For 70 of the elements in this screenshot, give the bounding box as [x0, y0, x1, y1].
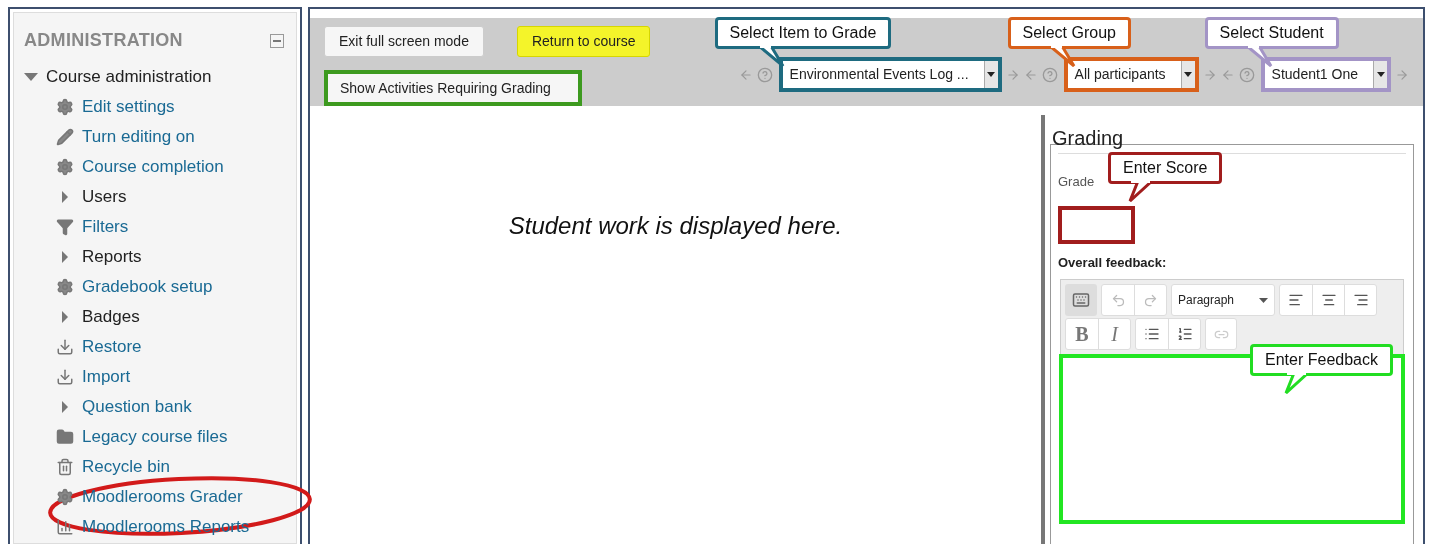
next-arrow-icon[interactable] — [1202, 67, 1217, 82]
help-icon[interactable] — [756, 66, 773, 83]
caret-right-icon — [62, 401, 68, 413]
gear-icon — [56, 278, 74, 296]
sidebar-link[interactable]: Filters — [82, 214, 129, 240]
caret-right-icon — [62, 311, 68, 323]
return-button[interactable]: Return to course — [516, 26, 651, 57]
feedback-label: Overall feedback: — [1058, 254, 1167, 270]
help-icon[interactable] — [1238, 66, 1255, 83]
format-dropdown[interactable]: Paragraph — [1171, 284, 1275, 316]
help-icon[interactable] — [1041, 66, 1058, 83]
select-dropdown[interactable]: Environmental Events Log ... — [778, 57, 1002, 92]
block-title: ADMINISTRATION — [24, 29, 183, 52]
gear-icon — [56, 158, 74, 176]
toolbar-toggle-button[interactable] — [1065, 284, 1097, 316]
caret-down-icon[interactable] — [24, 73, 38, 81]
caret-down-icon — [1376, 72, 1385, 77]
download-icon — [56, 338, 74, 356]
activities-button[interactable]: Show Activities Requiring Grading — [324, 70, 582, 106]
sidebar-link[interactable]: Restore — [82, 334, 142, 360]
caret-down-icon — [987, 72, 996, 77]
caret-down-icon — [1259, 297, 1268, 303]
download-icon — [56, 368, 74, 386]
sidebar-link[interactable]: Question bank — [82, 394, 192, 420]
previous-arrow-icon[interactable] — [738, 67, 753, 82]
caret-right-icon — [62, 251, 68, 263]
bullet-list-icon — [1144, 326, 1160, 342]
keyboard-icon — [1072, 291, 1090, 309]
sidebar-link[interactable]: Turn editing on — [82, 124, 195, 150]
numbered-list-icon — [1176, 326, 1193, 342]
trash-icon — [56, 458, 74, 476]
sidebar-link[interactable]: Import — [82, 364, 131, 390]
sidebar-item[interactable]: Badges — [82, 304, 140, 330]
bar-chart-icon — [56, 518, 74, 536]
previous-arrow-icon[interactable] — [1220, 67, 1235, 82]
link-button[interactable] — [1205, 318, 1237, 350]
redo-icon — [1143, 292, 1158, 308]
bold-button[interactable]: B — [1066, 319, 1098, 349]
align-center-icon — [1320, 292, 1337, 308]
select-dropdown[interactable]: All participants — [1063, 57, 1199, 92]
panel-title: Grading — [1052, 126, 1125, 150]
collapse-button[interactable] — [270, 33, 284, 48]
select-dropdown[interactable]: Student1 One — [1260, 57, 1391, 92]
align-left-icon — [1288, 292, 1304, 308]
sidebar-link[interactable]: Legacy course files — [82, 424, 228, 450]
feedback-editor[interactable] — [1059, 354, 1405, 524]
caret-right-icon — [62, 191, 68, 203]
score-input[interactable] — [1058, 205, 1135, 244]
gear-icon — [56, 98, 74, 116]
filter-icon — [56, 218, 74, 236]
caret-down-icon — [1184, 72, 1193, 77]
sidebar-link[interactable]: Recycle bin — [82, 454, 170, 480]
pencil-icon — [56, 128, 74, 146]
section-label[interactable]: Course administration — [46, 64, 212, 90]
grade-label: Grade — [1058, 174, 1095, 189]
exit-button[interactable]: Exit full screen mode — [324, 26, 484, 57]
next-arrow-icon[interactable] — [1005, 67, 1020, 82]
folder-icon — [56, 428, 74, 446]
align-right-icon — [1352, 292, 1369, 308]
italic-button[interactable]: I — [1098, 319, 1130, 349]
sidebar-item[interactable]: Reports — [82, 244, 142, 270]
gear-icon — [56, 488, 74, 506]
placeholder-message: Student work is displayed here. — [508, 211, 843, 238]
sidebar-link[interactable]: Edit settings — [82, 94, 175, 120]
sidebar-link[interactable]: Course completion — [82, 154, 224, 180]
undo-icon — [1110, 292, 1126, 308]
sidebar-link[interactable]: Moodlerooms Grader — [82, 484, 243, 510]
sidebar-item[interactable]: Users — [82, 184, 127, 210]
sidebar-link[interactable]: Gradebook setup — [82, 274, 213, 300]
previous-arrow-icon[interactable] — [1023, 67, 1038, 82]
